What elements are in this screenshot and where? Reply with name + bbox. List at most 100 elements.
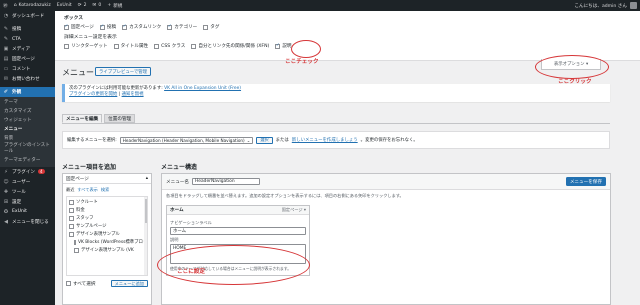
checkbox[interactable] (74, 239, 76, 245)
sidebar-item-comments[interactable]: ▭ コメント (0, 64, 55, 74)
dismiss-notice-link[interactable]: 通知を無視 (122, 92, 144, 97)
checkbox-checked[interactable]: ✓ (122, 24, 128, 30)
checklist-scrollbar[interactable] (144, 197, 147, 275)
sidebar-item-media[interactable]: ▣ メディア (0, 44, 55, 54)
submenu-themes[interactable]: テーマ (0, 98, 55, 107)
scrollbar-thumb[interactable] (144, 199, 147, 223)
exunit-link[interactable]: ExUnit (57, 3, 72, 8)
menu-item-type-toggle[interactable]: 固定ページ ▾ (282, 207, 306, 213)
sidebar-item-contact[interactable]: ✉ お問い合わせ (0, 74, 55, 84)
tab-manage-locations[interactable]: 位置の管理 (104, 114, 136, 123)
checkbox[interactable] (154, 43, 160, 49)
subtab-view-all[interactable]: すべて表示 (77, 187, 97, 193)
box-option-2[interactable]: ✓ カスタムリンク (122, 24, 161, 30)
new-label: 新規 (113, 3, 123, 9)
wordpress-logo-icon[interactable]: Ⓦ (3, 3, 8, 9)
create-menu-link[interactable]: 新しいメニューを作成しましょう (292, 137, 358, 143)
updates-link[interactable]: ⟳ 2 (78, 3, 87, 8)
sidebar-item-tools[interactable]: ✚ ツール (0, 187, 55, 197)
checkbox-checked[interactable]: ✓ (99, 24, 105, 30)
sidebar-item-label: 固定ページ (12, 57, 35, 62)
dashboard-icon: ◔ (3, 13, 9, 19)
pages-footer: すべて選択 メニューに追加 (63, 278, 151, 289)
comment-icon: ▭ (3, 66, 9, 72)
checkbox[interactable] (69, 215, 74, 221)
checkbox[interactable] (64, 43, 69, 49)
page-list-item[interactable]: サンプルページ (69, 222, 145, 230)
sidebar-item-users[interactable]: ☺ ユーザー (0, 177, 55, 187)
menu-name-input[interactable]: HeaderNavigation (191, 178, 260, 185)
checkbox[interactable] (69, 223, 74, 229)
page-list-item[interactable]: 料金 (69, 206, 145, 214)
advanced-option-4[interactable]: ✓ 説明 (275, 43, 292, 49)
advanced-option-0[interactable]: リンクターゲット (64, 43, 108, 49)
my-account[interactable]: こんにちは、admin さん (574, 2, 637, 9)
subtab-search[interactable]: 検索 (101, 187, 109, 193)
checkbox[interactable] (66, 281, 71, 286)
checkbox[interactable] (203, 24, 209, 30)
page-list-item[interactable]: スタッフ (69, 214, 145, 222)
sidebar-item-exunit[interactable]: ✪ ExUnit (0, 207, 55, 217)
live-preview-button[interactable]: ライブプレビューで管理 (95, 67, 152, 76)
checkbox-checked[interactable]: ✓ (275, 43, 281, 49)
comments-count: 0 (98, 3, 102, 8)
navigation-label-input[interactable]: ホーム (170, 227, 306, 235)
description-caption: 説明 (170, 237, 179, 242)
sidebar-item-pages[interactable]: ▤ 固定ページ (0, 54, 55, 64)
box-option-1[interactable]: ✓ 投稿 (99, 24, 116, 30)
checkbox[interactable] (191, 43, 197, 49)
checkbox[interactable] (113, 43, 119, 49)
advanced-option-3[interactable]: 自分とリンク先の関係/関係 (XFN) (191, 43, 269, 49)
menu-item-handle[interactable]: ホーム 固定ページ ▾ (167, 206, 309, 215)
collapse-menu[interactable]: ◀ メニューを閉じる (0, 217, 55, 227)
select-all-label: すべて選択 (73, 281, 96, 287)
page-list-item[interactable]: デザイン表現サンプル (69, 230, 145, 238)
box-option-0[interactable]: ✓ 固定ページ (64, 24, 94, 30)
updates-count: 2 (83, 3, 87, 8)
sidebar-item-posts[interactable]: ✎ 投稿 (0, 24, 55, 34)
submenu-background[interactable]: 背景 (0, 133, 55, 142)
comments-link[interactable]: ✉ 0 (93, 3, 102, 8)
new-content-link[interactable]: + 新規 (107, 3, 122, 9)
notice-plugin-link[interactable]: VK All in One Expansion Unit (Free) (164, 86, 241, 91)
page-list-item[interactable]: ソクルート (69, 198, 145, 206)
page-list-item[interactable]: デザイン表現サンプル (VK (69, 246, 145, 254)
advanced-checkboxes: リンクターゲット タイトル属性 CSS クラス 自分とリンク先の関係/関係 (XFN)… (64, 43, 631, 49)
begin-update-link[interactable]: プラグインの更新を開始 (69, 92, 117, 97)
advanced-option-1[interactable]: タイトル属性 (113, 43, 148, 49)
sidebar-item-plugins[interactable]: ⚡ プラグイン 4 (0, 167, 55, 177)
select-all-checkbox[interactable]: すべて選択 (66, 281, 95, 287)
submenu-customize[interactable]: カスタマイズ (0, 107, 55, 116)
sidebar-item-settings[interactable]: ⊞ 設定 (0, 197, 55, 207)
subtab-recent[interactable]: 最近 (66, 187, 74, 193)
sidebar-item-dashboard[interactable]: ◔ ダッシュボード (0, 11, 55, 21)
box-option-3[interactable]: ✓ カテゴリー (167, 24, 197, 30)
accordion-pages[interactable]: 固定ページ ▴ (63, 174, 151, 184)
or-text: または (275, 138, 289, 143)
submenu-menus[interactable]: メニュー (0, 124, 55, 133)
checkbox[interactable] (69, 199, 74, 205)
site-name-link[interactable]: ⌂ Kotarodazukiz (14, 3, 51, 8)
submenu-install-plugins[interactable]: プラグインのインストール (0, 142, 50, 156)
submenu-theme-editor[interactable]: テーマエディター (0, 156, 55, 165)
checkbox[interactable] (74, 247, 79, 253)
boxes-checkboxes: ✓ 固定ページ ✓ 投稿 ✓ カスタムリンク ✓ カテゴリー タグ (64, 24, 631, 30)
annotation-circle-screen-options (535, 55, 609, 79)
checkbox[interactable] (69, 231, 74, 237)
checkbox-checked[interactable]: ✓ (64, 24, 69, 30)
checkbox[interactable] (69, 207, 74, 213)
box-option-4[interactable]: タグ (203, 24, 219, 30)
advanced-option-2[interactable]: CSS クラス (154, 43, 185, 49)
page-list-item[interactable]: VK Blocks (WordPress標準ブロック拡張) (69, 238, 147, 246)
tab-edit-menus[interactable]: メニューを編集 (62, 114, 103, 123)
update-notice: 次のプラグインには利用可能な更新があります: VK All in One Exp… (62, 84, 610, 102)
sidebar-item-label: プラグイン (12, 169, 35, 175)
select-menu-button[interactable]: 選択 (256, 136, 273, 144)
menu-select[interactable]: HeaderNavigation (Header Navigation, Mob… (119, 136, 254, 144)
sidebar-item-appearance[interactable]: ✐ 外観 (0, 87, 55, 97)
sidebar-item-cta[interactable]: ✎ CTA (0, 34, 55, 44)
checkbox-checked[interactable]: ✓ (167, 24, 173, 30)
add-to-menu-button[interactable]: メニューに追加 (110, 280, 148, 287)
submenu-widgets[interactable]: ウィジェット (0, 116, 55, 125)
save-menu-button[interactable]: メニューを保存 (565, 177, 606, 186)
